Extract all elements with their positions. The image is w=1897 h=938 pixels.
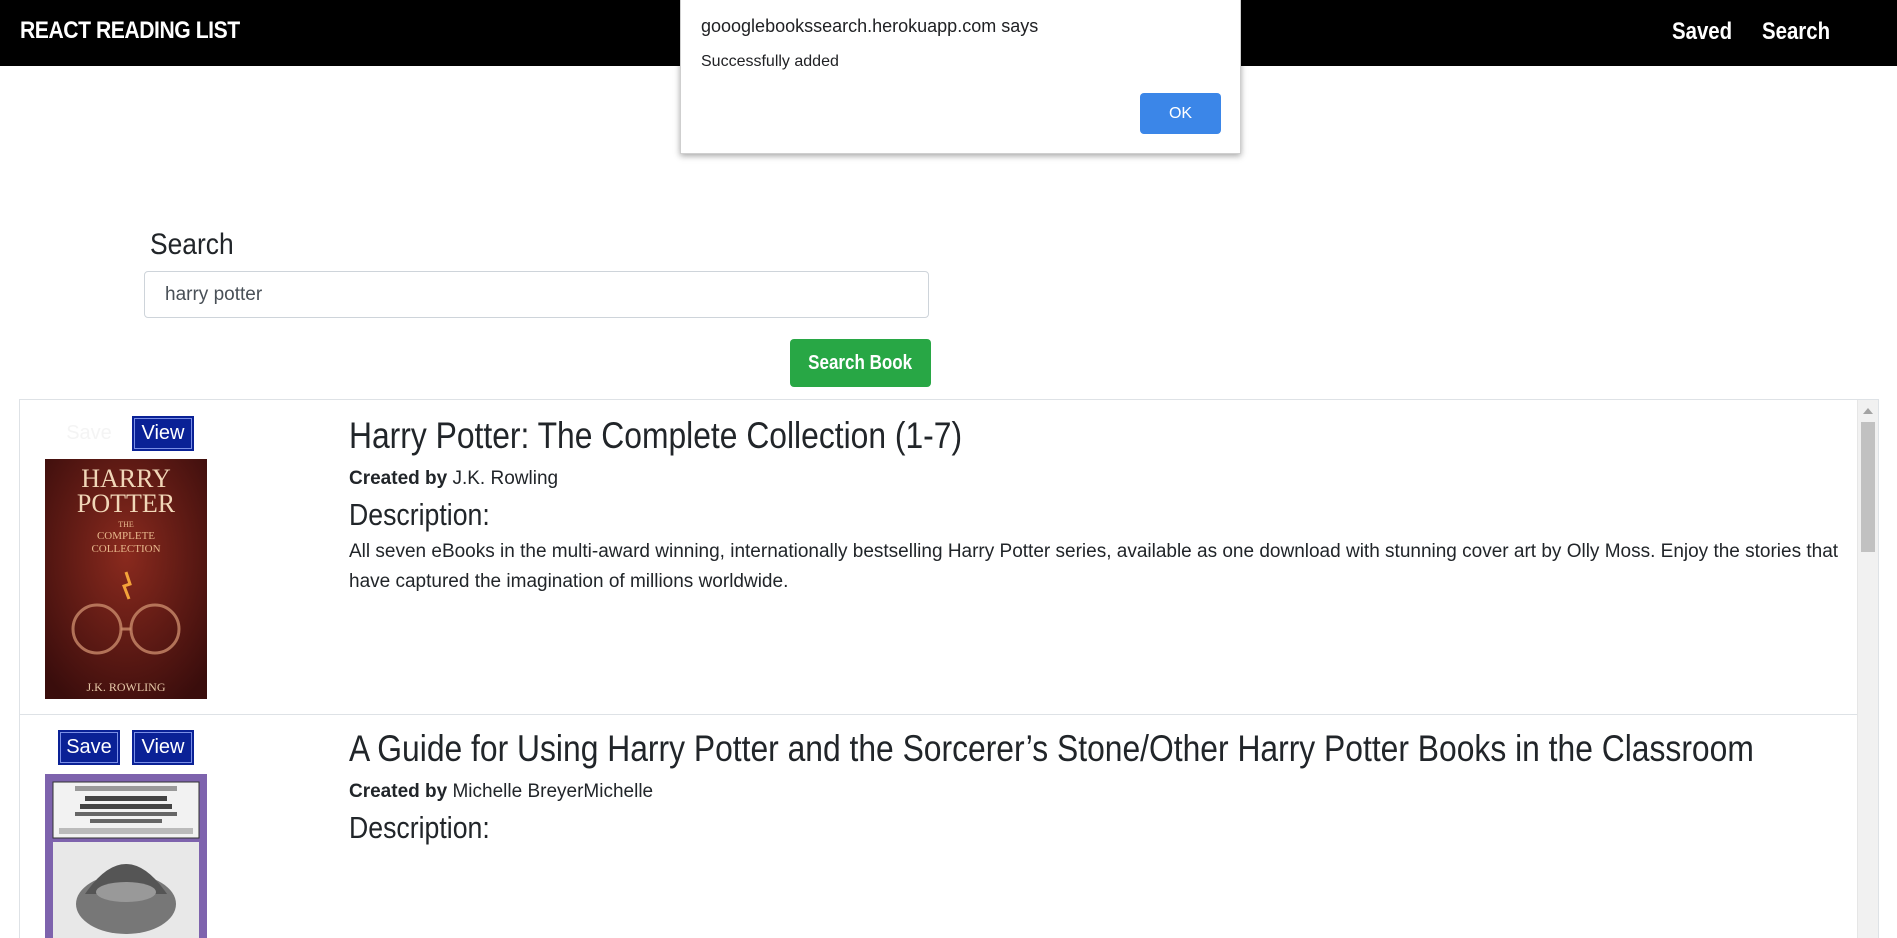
brand-logo-text[interactable]: REACT READING LIST bbox=[20, 17, 240, 45]
save-button[interactable]: Save bbox=[58, 730, 120, 765]
results-list[interactable]: Save View HARRY POTTER THE COMPLETE COLL… bbox=[19, 399, 1879, 938]
cover-title-line2: POTTER bbox=[77, 489, 176, 518]
created-by-label: Created by bbox=[349, 781, 448, 802]
search-book-button-label: Search Book bbox=[808, 351, 913, 374]
cover-sub-line1: THE bbox=[118, 520, 134, 529]
book-author-line: Created by Michelle BreyerMichelle bbox=[349, 781, 653, 803]
book-cover-image bbox=[45, 774, 207, 938]
description-label: Description: bbox=[349, 497, 490, 532]
book-author-line: Created by J.K. Rowling bbox=[349, 468, 558, 490]
view-button[interactable]: View bbox=[132, 416, 194, 451]
alert-ok-button[interactable]: OK bbox=[1140, 93, 1221, 134]
view-button[interactable]: View bbox=[132, 730, 194, 765]
created-by-label: Created by bbox=[349, 468, 448, 489]
cover-sub-line3: COLLECTION bbox=[91, 543, 160, 555]
book-item: Save View HARRY POTTER THE COMPLETE COLL… bbox=[20, 400, 1859, 715]
nav-link-search[interactable]: Search bbox=[1762, 18, 1830, 46]
search-book-button[interactable]: Search Book bbox=[790, 339, 931, 387]
book-author: Michelle BreyerMichelle bbox=[452, 781, 654, 802]
nav-link-saved[interactable]: Saved bbox=[1672, 18, 1732, 46]
cover-author: J.K. ROWLING bbox=[87, 680, 166, 694]
search-label: Search bbox=[150, 228, 234, 261]
book-item: Save View A Guide for Using Harry Potter… bbox=[20, 716, 1859, 938]
scroll-up-arrow-icon[interactable] bbox=[1863, 408, 1873, 414]
book-title: A Guide for Using Harry Potter and the S… bbox=[349, 728, 1754, 769]
alert-dialog: goooglebookssearch.herokuapp.com says Su… bbox=[680, 0, 1241, 154]
scroll-thumb[interactable] bbox=[1861, 422, 1875, 552]
save-button[interactable]: Save bbox=[58, 416, 120, 451]
cover-sub-line2: COMPLETE bbox=[97, 530, 155, 542]
alert-title: goooglebookssearch.herokuapp.com says bbox=[701, 16, 1039, 36]
book-description: All seven eBooks in the multi-award winn… bbox=[349, 541, 1839, 592]
book-title: Harry Potter: The Complete Collection (1… bbox=[349, 415, 963, 456]
results-scrollbar[interactable] bbox=[1857, 400, 1878, 938]
search-input[interactable] bbox=[144, 271, 929, 318]
description-label: Description: bbox=[349, 810, 490, 845]
book-cover-image: HARRY POTTER THE COMPLETE COLLECTION J.K… bbox=[45, 459, 207, 699]
alert-message: Successfully added bbox=[701, 53, 839, 70]
book-author: J.K. Rowling bbox=[452, 468, 559, 489]
